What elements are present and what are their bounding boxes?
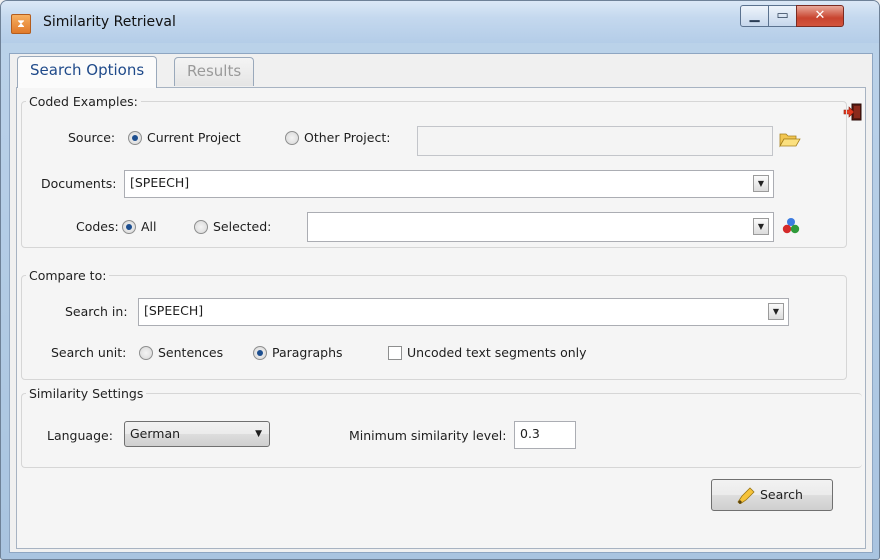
selected-codes-dropdown-icon[interactable]: ▼ bbox=[753, 218, 769, 235]
app-icon: ⧗ bbox=[11, 14, 31, 34]
search-in-combobox[interactable]: [SPEECH] ▼ bbox=[138, 298, 789, 326]
open-folder-icon[interactable] bbox=[779, 130, 801, 148]
search-options-panel: Coded Examples: Source: Current Project … bbox=[16, 87, 866, 549]
tab-search-options[interactable]: Search Options bbox=[17, 56, 158, 88]
similarity-settings-legend: Similarity Settings bbox=[29, 386, 144, 401]
minimize-button[interactable]: ▁ bbox=[740, 5, 769, 27]
documents-combobox[interactable]: [SPEECH] ▼ bbox=[124, 170, 774, 198]
documents-label: Documents: bbox=[41, 176, 117, 191]
source-other-radio[interactable] bbox=[285, 131, 299, 145]
selected-codes-combobox[interactable]: ▼ bbox=[307, 212, 774, 242]
search-in-dropdown-icon[interactable]: ▼ bbox=[768, 303, 784, 320]
min-similarity-input[interactable]: 0.3 bbox=[514, 421, 576, 449]
window-client-area: Search Options Results Coded Examples: S… bbox=[9, 53, 873, 553]
search-unit-label: Search unit: bbox=[51, 345, 127, 360]
search-button[interactable]: Search bbox=[711, 479, 833, 511]
other-project-field[interactable] bbox=[417, 126, 773, 156]
unit-paragraphs-radio[interactable] bbox=[253, 346, 267, 360]
source-other-label[interactable]: Other Project: bbox=[304, 130, 390, 145]
codes-all-label[interactable]: All bbox=[141, 219, 157, 234]
search-in-label: Search in: bbox=[65, 304, 128, 319]
codes-all-radio[interactable] bbox=[122, 220, 136, 234]
unit-sentences-radio[interactable] bbox=[139, 346, 153, 360]
source-current-radio[interactable] bbox=[128, 131, 142, 145]
coded-examples-legend: Coded Examples: bbox=[29, 94, 138, 109]
title-bar[interactable]: ⧗ Similarity Retrieval ▁ ▭ ✕ bbox=[1, 1, 879, 43]
highlighter-icon bbox=[737, 487, 755, 504]
search-in-value: [SPEECH] bbox=[144, 303, 204, 318]
unit-sentences-label[interactable]: Sentences bbox=[158, 345, 223, 360]
app-window: ⧗ Similarity Retrieval ▁ ▭ ✕ Search Opti… bbox=[0, 0, 880, 560]
codes-selected-label[interactable]: Selected: bbox=[213, 219, 271, 234]
min-similarity-label: Minimum similarity level: bbox=[349, 428, 507, 443]
code-selection-icon[interactable] bbox=[781, 216, 801, 236]
unit-paragraphs-label[interactable]: Paragraphs bbox=[272, 345, 343, 360]
tab-results[interactable]: Results bbox=[174, 57, 255, 86]
close-button[interactable]: ✕ bbox=[796, 5, 844, 27]
compare-to-legend: Compare to: bbox=[29, 268, 107, 283]
uncoded-only-checkbox[interactable] bbox=[388, 346, 402, 360]
language-label: Language: bbox=[47, 428, 113, 443]
uncoded-only-label[interactable]: Uncoded text segments only bbox=[407, 345, 587, 360]
codes-selected-radio[interactable] bbox=[194, 220, 208, 234]
codes-label: Codes: bbox=[76, 219, 119, 234]
source-current-label[interactable]: Current Project bbox=[147, 130, 241, 145]
search-button-label: Search bbox=[760, 487, 803, 502]
window-title: Similarity Retrieval bbox=[43, 14, 176, 30]
documents-dropdown-icon[interactable]: ▼ bbox=[753, 175, 769, 192]
maximize-button[interactable]: ▭ bbox=[768, 5, 797, 27]
language-select[interactable]: German ▼ bbox=[124, 421, 270, 447]
source-label: Source: bbox=[68, 130, 116, 145]
language-value: German bbox=[130, 426, 181, 441]
documents-value: [SPEECH] bbox=[130, 175, 190, 190]
language-dropdown-icon: ▼ bbox=[255, 429, 262, 439]
